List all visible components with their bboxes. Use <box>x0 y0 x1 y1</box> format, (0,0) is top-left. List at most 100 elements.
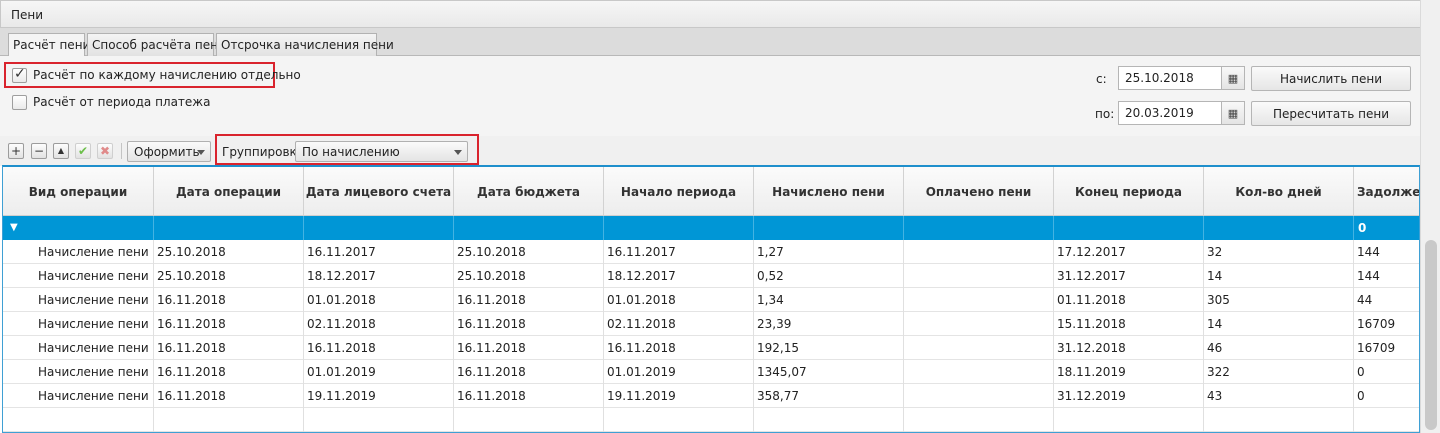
calendar-icon[interactable]: ▦ <box>1221 101 1245 125</box>
column-header[interactable]: Вид операции <box>3 167 154 216</box>
date-to-label: по: <box>1095 107 1115 121</box>
tab-calculation-method[interactable]: Способ расчёта пени <box>87 33 226 56</box>
cell-budget-date: 16.11.2018 <box>454 360 604 384</box>
cell-days-count: 305 <box>1204 288 1354 312</box>
checkbox-box[interactable]: ✓ <box>12 66 27 83</box>
cell-operation-date: 25.10.2018 <box>154 240 304 264</box>
cell-period-start: 16.11.2017 <box>604 240 754 264</box>
cell-period-start: 18.12.2017 <box>604 264 754 288</box>
cell-account-date: 19.11.2019 <box>304 384 454 408</box>
cell-operation-date: 25.10.2018 <box>154 264 304 288</box>
column-header[interactable]: Начислено пени <box>754 167 904 216</box>
cell-period-start: 01.01.2018 <box>604 288 754 312</box>
cell-penalty-accrued: 358,77 <box>754 384 904 408</box>
date-to-field[interactable]: 20.03.2019 <box>1118 101 1222 125</box>
cell-penalty-paid <box>904 336 1054 360</box>
column-header[interactable]: Начало периода <box>604 167 754 216</box>
cell-penalty-accrued: 0,52 <box>754 264 904 288</box>
table-row[interactable]: Начисление пени 16.11.2018 16.11.2018 16.11… <box>3 336 1419 360</box>
group-cell <box>904 216 1054 240</box>
plus-icon[interactable]: + <box>8 143 24 159</box>
cell-period-end: 31.12.2018 <box>1054 336 1204 360</box>
arrow-up-icon[interactable]: ▲ <box>53 143 69 159</box>
cell-operation-type: Начисление пени <box>3 384 154 408</box>
options-panel: ✓ Расчёт по каждому начислению отдельно … <box>0 56 1420 136</box>
per-accrual-checkbox[interactable]: ✓ Расчёт по каждому начислению отдельно <box>12 66 301 84</box>
checkbox-box[interactable] <box>12 94 27 110</box>
vertical-scrollbar[interactable] <box>1420 0 1440 433</box>
grouping-select[interactable]: По начислению <box>295 141 468 162</box>
chevron-down-icon <box>197 150 205 155</box>
cell-days-count: 46 <box>1204 336 1354 360</box>
tab-bar: Расчёт пени Способ расчёта пени Отсрочка… <box>0 28 1420 57</box>
group-row[interactable]: ▼ 0 <box>3 216 1419 240</box>
cell-operation-date: 16.11.2018 <box>154 384 304 408</box>
cell-penalty-paid <box>904 264 1054 288</box>
cell-period-end: 31.12.2019 <box>1054 384 1204 408</box>
cell-debt: 144 <box>1354 264 1419 288</box>
scrollbar-thumb[interactable] <box>1425 240 1437 430</box>
column-header[interactable]: Дата операции <box>154 167 304 216</box>
calendar-icon[interactable]: ▦ <box>1221 66 1245 90</box>
group-cell <box>1204 216 1354 240</box>
collapse-toggle-icon[interactable]: ▼ <box>3 216 154 240</box>
cell-account-date: 01.01.2018 <box>304 288 454 312</box>
format-dropdown[interactable]: Оформить <box>127 141 211 162</box>
column-header[interactable]: Конец периода <box>1054 167 1204 216</box>
cell-operation-type <box>3 408 154 432</box>
table-row[interactable]: Начисление пени 16.11.2018 02.11.2018 16.11… <box>3 312 1419 336</box>
tab-penalty-calculation[interactable]: Расчёт пени <box>8 33 90 57</box>
grouping-label: Группировка <box>222 145 305 159</box>
cell-penalty-paid <box>904 384 1054 408</box>
table-row[interactable]: Начисление пени 16.11.2018 19.11.2019 16.11… <box>3 384 1419 408</box>
calculate-penalty-button[interactable]: Начислить пени <box>1251 66 1411 91</box>
grouping-value: По начислению <box>302 145 400 159</box>
cell-debt: 0 <box>1354 360 1419 384</box>
table-row[interactable]: Начисление пени 16.11.2018 01.01.2018 16.11… <box>3 288 1419 312</box>
group-cell <box>154 216 304 240</box>
date-from-field[interactable]: 25.10.2018 <box>1118 66 1222 90</box>
from-payment-period-checkbox[interactable]: Расчёт от периода платежа <box>12 93 210 111</box>
table-row[interactable] <box>3 408 1419 432</box>
table-row[interactable]: Начисление пени 25.10.2018 18.12.2017 25.10… <box>3 264 1419 288</box>
group-cell <box>304 216 454 240</box>
table-row[interactable]: Начисление пени 16.11.2018 01.01.2019 16.11… <box>3 360 1419 384</box>
column-header[interactable]: Задолжен <box>1354 167 1419 216</box>
cell-budget-date: 16.11.2018 <box>454 312 604 336</box>
cell-debt: 44 <box>1354 288 1419 312</box>
column-header[interactable]: Дата лицевого счета <box>304 167 454 216</box>
cell-days-count: 32 <box>1204 240 1354 264</box>
cell-account-date: 18.12.2017 <box>304 264 454 288</box>
cell-operation-type: Начисление пени <box>3 264 154 288</box>
from-payment-period-label: Расчёт от периода платежа <box>33 95 211 109</box>
per-accrual-label: Расчёт по каждому начислению отдельно <box>33 68 301 82</box>
check-icon[interactable]: ✔ <box>75 143 91 159</box>
format-label: Оформить <box>134 145 200 159</box>
group-cell <box>1054 216 1204 240</box>
recalculate-penalty-button[interactable]: Пересчитать пени <box>1251 101 1411 126</box>
cell-days-count: 14 <box>1204 312 1354 336</box>
cell-period-start: 19.11.2019 <box>604 384 754 408</box>
cell-operation-date <box>154 408 304 432</box>
cell-period-end: 31.12.2017 <box>1054 264 1204 288</box>
cell-period-end <box>1054 408 1204 432</box>
minus-icon[interactable]: − <box>31 143 47 159</box>
column-header[interactable]: Оплачено пени <box>904 167 1054 216</box>
cell-debt: 144 <box>1354 240 1419 264</box>
cell-period-start <box>604 408 754 432</box>
cross-icon[interactable]: ✖ <box>97 143 113 159</box>
cell-penalty-accrued <box>754 408 904 432</box>
column-header[interactable]: Дата бюджета <box>454 167 604 216</box>
cell-period-start: 02.11.2018 <box>604 312 754 336</box>
cell-budget-date: 16.11.2018 <box>454 384 604 408</box>
cell-account-date <box>304 408 454 432</box>
table-row[interactable]: Начисление пени 25.10.2018 16.11.2017 25.10… <box>3 240 1419 264</box>
cell-debt: 0 <box>1354 384 1419 408</box>
cell-budget-date <box>454 408 604 432</box>
cell-budget-date: 25.10.2018 <box>454 264 604 288</box>
cell-period-start: 01.01.2019 <box>604 360 754 384</box>
column-header[interactable]: Кол-во дней <box>1204 167 1354 216</box>
cell-operation-type: Начисление пени <box>3 360 154 384</box>
tab-accrual-deferral[interactable]: Отсрочка начисления пени <box>216 33 394 56</box>
cell-period-end: 18.11.2019 <box>1054 360 1204 384</box>
